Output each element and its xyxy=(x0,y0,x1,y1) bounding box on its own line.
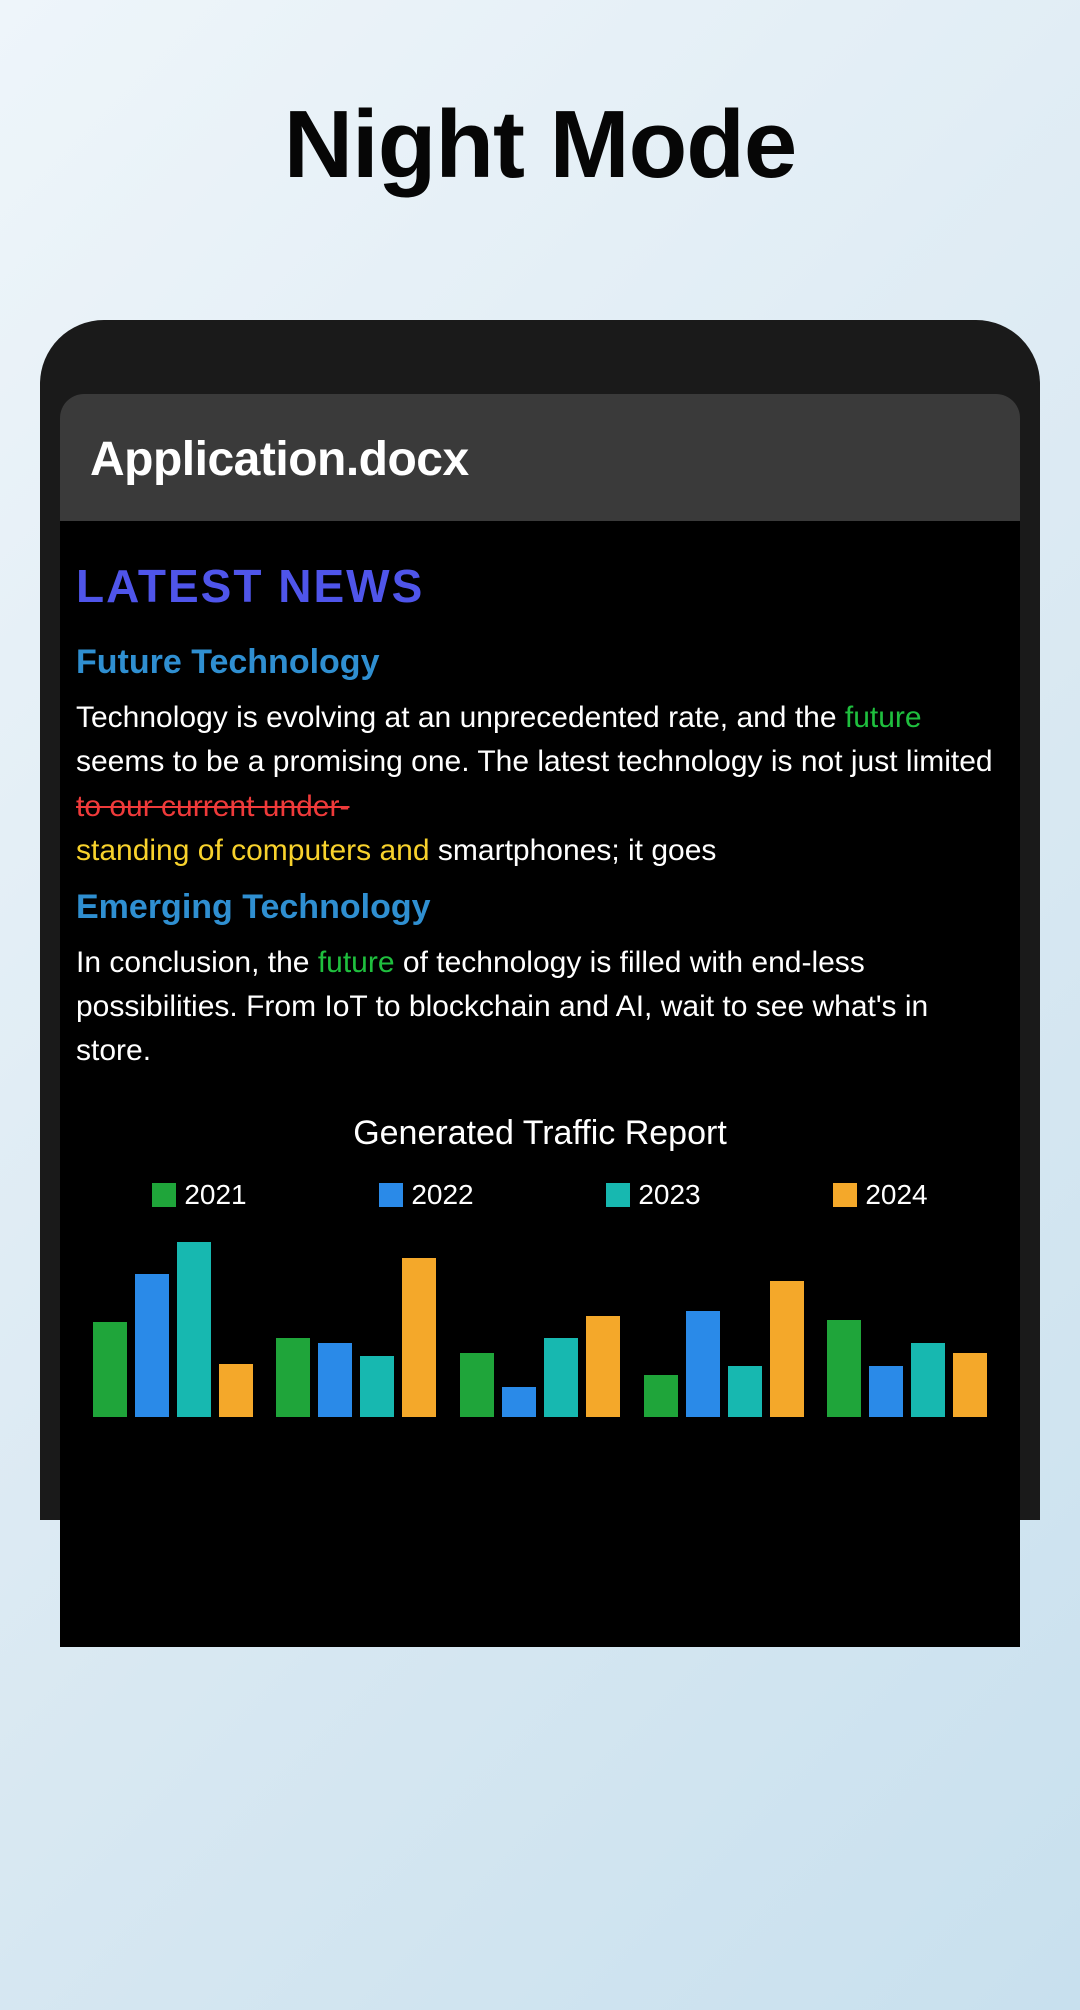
text: In conclusion, the xyxy=(76,946,318,979)
bar-cluster xyxy=(635,1281,813,1417)
highlight-green: future xyxy=(845,701,922,734)
bar-cluster xyxy=(84,1242,262,1417)
swatch-icon xyxy=(833,1183,857,1207)
app-header: Application.docx xyxy=(60,394,1020,521)
page-title: Night Mode xyxy=(0,90,1080,200)
swatch-icon xyxy=(606,1183,630,1207)
text: Technology is evolving at an unprecedent… xyxy=(76,701,845,734)
legend-label: 2021 xyxy=(184,1179,246,1211)
bar-2021 xyxy=(276,1338,310,1417)
highlight-yellow: standing of computers and xyxy=(76,834,430,867)
section-title-emerging-technology: Emerging Technology xyxy=(76,888,1004,927)
highlight-green: future xyxy=(318,946,395,979)
bar-2024 xyxy=(770,1281,804,1417)
bar-cluster xyxy=(818,1320,996,1417)
bar-2024 xyxy=(219,1364,253,1417)
bar-2021 xyxy=(460,1353,494,1417)
bar-2024 xyxy=(953,1353,987,1417)
text: seems to be a promising one. The latest … xyxy=(76,745,993,778)
bar-2023 xyxy=(911,1343,945,1417)
legend-item-2021: 2021 xyxy=(152,1179,246,1211)
chart-legend: 2021 2022 2023 2024 xyxy=(76,1179,1004,1211)
file-name: Application.docx xyxy=(90,432,990,487)
paragraph: In conclusion, the future of technology … xyxy=(76,941,1004,1074)
legend-label: 2023 xyxy=(638,1179,700,1211)
bar-2021 xyxy=(827,1320,861,1417)
legend-item-2023: 2023 xyxy=(606,1179,700,1211)
legend-item-2024: 2024 xyxy=(833,1179,927,1211)
legend-label: 2022 xyxy=(411,1179,473,1211)
bar-2022 xyxy=(686,1311,720,1417)
bar-2023 xyxy=(177,1242,211,1417)
bar-chart xyxy=(76,1237,1004,1417)
bar-2022 xyxy=(135,1274,169,1417)
bar-2024 xyxy=(402,1258,436,1417)
chart-title: Generated Traffic Report xyxy=(76,1114,1004,1153)
section-title-future-technology: Future Technology xyxy=(76,643,1004,682)
bar-2024 xyxy=(586,1316,620,1417)
swatch-icon xyxy=(379,1183,403,1207)
bar-2022 xyxy=(869,1366,903,1417)
document-body[interactable]: LATEST NEWS Future Technology Technology… xyxy=(60,521,1020,1647)
paragraph: Technology is evolving at an unprecedent… xyxy=(76,696,1004,874)
strike-text: to our current under- xyxy=(76,790,349,823)
bar-2022 xyxy=(318,1343,352,1417)
legend-label: 2024 xyxy=(865,1179,927,1211)
bar-2023 xyxy=(360,1356,394,1417)
text: smartphones; it goes xyxy=(430,834,717,867)
bar-2021 xyxy=(644,1375,678,1417)
bar-2021 xyxy=(93,1322,127,1417)
swatch-icon xyxy=(152,1183,176,1207)
phone-frame: Application.docx LATEST NEWS Future Tech… xyxy=(40,320,1040,1520)
document-heading: LATEST NEWS xyxy=(76,559,1004,613)
bar-2023 xyxy=(544,1338,578,1417)
bar-cluster xyxy=(451,1316,629,1417)
legend-item-2022: 2022 xyxy=(379,1179,473,1211)
bar-cluster xyxy=(268,1258,446,1417)
bar-2022 xyxy=(502,1387,536,1417)
bar-2023 xyxy=(728,1366,762,1417)
